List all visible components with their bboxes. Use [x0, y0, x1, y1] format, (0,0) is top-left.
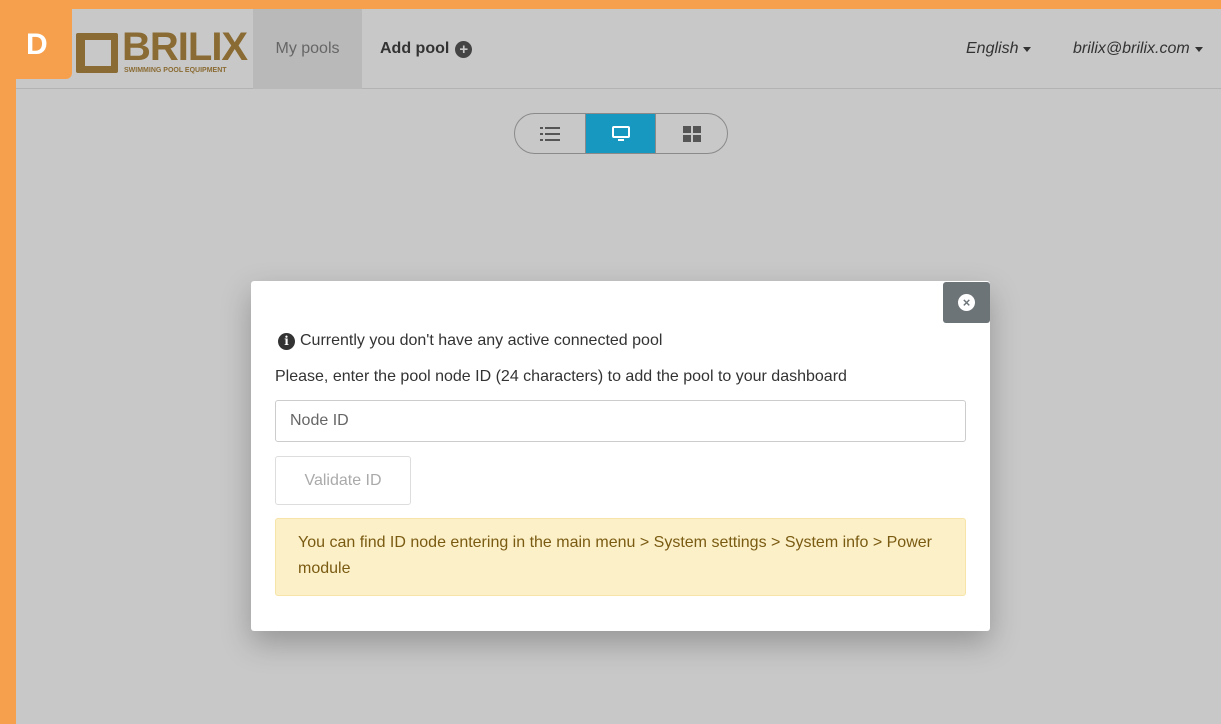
grid-view-button[interactable]	[656, 114, 727, 153]
user-dropdown[interactable]: brilix@brilix.com	[1073, 9, 1203, 89]
step-badge: D	[0, 0, 72, 79]
brand-logo[interactable]: BRILIX SWIMMING POOL EQUIPMENT	[76, 25, 248, 81]
validate-id-button[interactable]: Validate ID	[275, 456, 411, 505]
brand-name: BRILIX	[122, 25, 248, 69]
frame-left-border	[0, 0, 16, 724]
info-text: Currently you don't have any active conn…	[300, 332, 663, 349]
grid-icon	[682, 125, 701, 142]
logo-square-icon	[76, 33, 118, 73]
nav-my-pools[interactable]: My pools	[253, 9, 362, 89]
list-icon	[539, 126, 560, 141]
validate-id-label: Validate ID	[304, 471, 382, 489]
info-icon: i	[278, 332, 295, 350]
language-label: English	[966, 40, 1019, 57]
nav-my-pools-label: My pools	[275, 40, 340, 57]
navbar: BRILIX SWIMMING POOL EQUIPMENT My pools …	[16, 9, 1221, 89]
caret-down-icon	[1194, 46, 1203, 52]
plus-circle-icon: +	[455, 40, 473, 58]
brand-tagline: SWIMMING POOL EQUIPMENT	[124, 67, 227, 74]
close-icon: ×	[958, 294, 975, 311]
language-dropdown[interactable]: English	[966, 9, 1032, 89]
node-id-input[interactable]	[275, 400, 966, 442]
nav-add-pool[interactable]: Add pool +	[380, 9, 473, 89]
instruction-text: Please, enter the pool node ID (24 chara…	[275, 368, 847, 385]
info-message: i Currently you don't have any active co…	[278, 332, 662, 350]
monitor-icon	[611, 125, 630, 141]
user-email: brilix@brilix.com	[1073, 40, 1190, 57]
hint-alert: You can find ID node entering in the mai…	[275, 518, 966, 596]
close-button[interactable]: ×	[943, 282, 990, 323]
caret-down-icon	[1023, 46, 1032, 52]
monitor-view-button[interactable]	[585, 114, 657, 153]
list-view-button[interactable]	[515, 114, 586, 153]
frame-top-border	[0, 0, 1221, 9]
add-pool-modal: × i Currently you don't have any active …	[251, 281, 990, 631]
nav-add-pool-label: Add pool	[380, 40, 450, 57]
view-toggle	[514, 113, 728, 154]
